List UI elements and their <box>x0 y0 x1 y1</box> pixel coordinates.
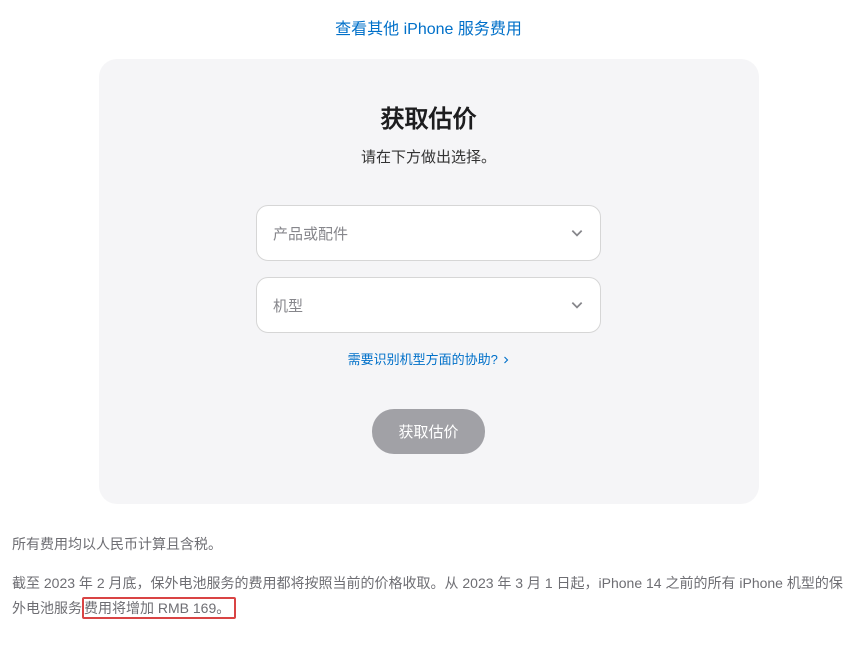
model-placeholder: 机型 <box>273 295 303 316</box>
tax-note: 所有费用均以人民币计算且含税。 <box>12 532 845 557</box>
product-select[interactable]: 产品或配件 <box>256 205 601 261</box>
help-link-wrap: 需要识别机型方面的协助? <box>139 349 719 369</box>
product-select-wrap: 产品或配件 <box>256 205 601 261</box>
product-placeholder: 产品或配件 <box>273 223 348 244</box>
chevron-right-icon <box>503 353 509 368</box>
chevron-down-icon <box>570 226 584 240</box>
model-select-wrap: 机型 <box>256 277 601 333</box>
footer-notes: 所有费用均以人民币计算且含税。 截至 2023 年 2 月底，保外电池服务的费用… <box>0 504 857 622</box>
top-link-wrap: 查看其他 iPhone 服务费用 <box>0 0 857 59</box>
card-title: 获取估价 <box>139 99 719 134</box>
help-link-label: 需要识别机型方面的协助? <box>348 352 498 367</box>
model-select[interactable]: 机型 <box>256 277 601 333</box>
price-increase-highlight: 费用将增加 RMB 169。 <box>82 597 236 619</box>
get-estimate-button[interactable]: 获取估价 <box>372 409 484 454</box>
chevron-down-icon <box>570 298 584 312</box>
identify-model-help-link[interactable]: 需要识别机型方面的协助? <box>348 352 510 367</box>
card-subtitle: 请在下方做出选择。 <box>139 146 719 167</box>
estimate-card: 获取估价 请在下方做出选择。 产品或配件 机型 需要识别机型方面的协助? 获取估… <box>99 59 759 504</box>
price-change-note: 截至 2023 年 2 月底，保外电池服务的费用都将按照当前的价格收取。从 20… <box>12 571 845 621</box>
view-other-services-link[interactable]: 查看其他 iPhone 服务费用 <box>335 21 522 38</box>
